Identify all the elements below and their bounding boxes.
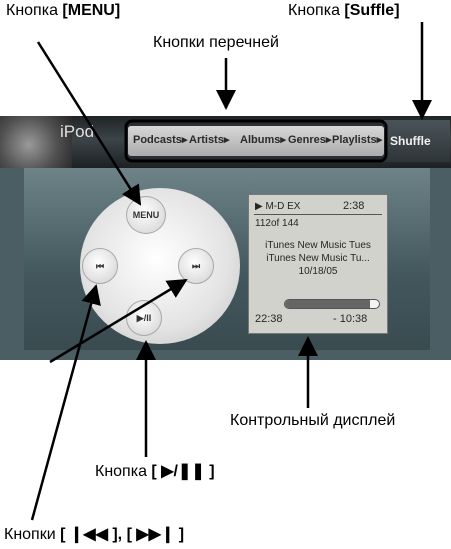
skip-pointer-prev (49, 278, 188, 364)
menu-pointer (36, 41, 142, 206)
skip-pointer-vertical (30, 284, 101, 521)
lists-highlight-frame (124, 119, 388, 163)
callout-pointers (30, 22, 432, 521)
